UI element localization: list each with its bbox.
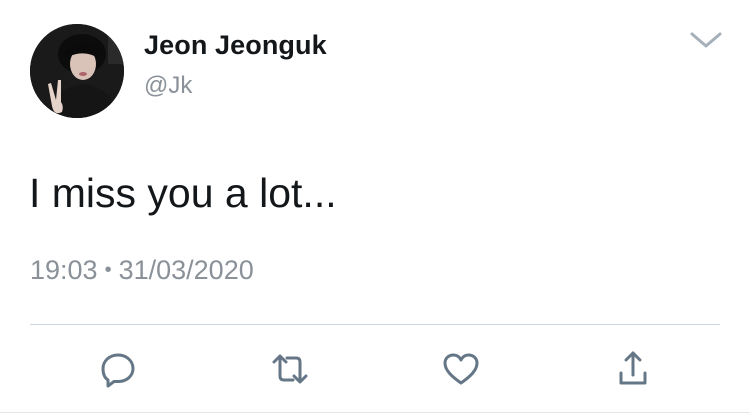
- tweet-text: I miss you a lot...: [29, 170, 337, 216]
- chevron-down-icon[interactable]: [688, 28, 724, 52]
- bottom-divider: [0, 412, 750, 413]
- share-icon: [619, 351, 647, 385]
- retweet-icon: [272, 354, 308, 384]
- tweet-date: 31/03/2020: [118, 255, 254, 285]
- retweet-button[interactable]: [270, 349, 310, 389]
- share-button[interactable]: [613, 349, 653, 389]
- separator-dot: •: [104, 259, 112, 281]
- avatar-photo: [30, 24, 124, 118]
- heart-icon: [443, 353, 479, 385]
- tweet-timestamp[interactable]: 19:03 • 31/03/2020: [30, 255, 254, 286]
- reply-icon: [101, 353, 135, 388]
- author-handle[interactable]: @Jk: [144, 72, 192, 100]
- like-button[interactable]: [441, 349, 481, 389]
- tweet-card: Jeon Jeonguk @Jk I miss you a lot... 19:…: [0, 0, 750, 416]
- avatar[interactable]: [30, 24, 124, 118]
- divider: [30, 324, 720, 325]
- tweet-time: 19:03: [30, 255, 98, 285]
- author-display-name[interactable]: Jeon Jeonguk: [144, 30, 327, 61]
- reply-button[interactable]: [98, 349, 138, 389]
